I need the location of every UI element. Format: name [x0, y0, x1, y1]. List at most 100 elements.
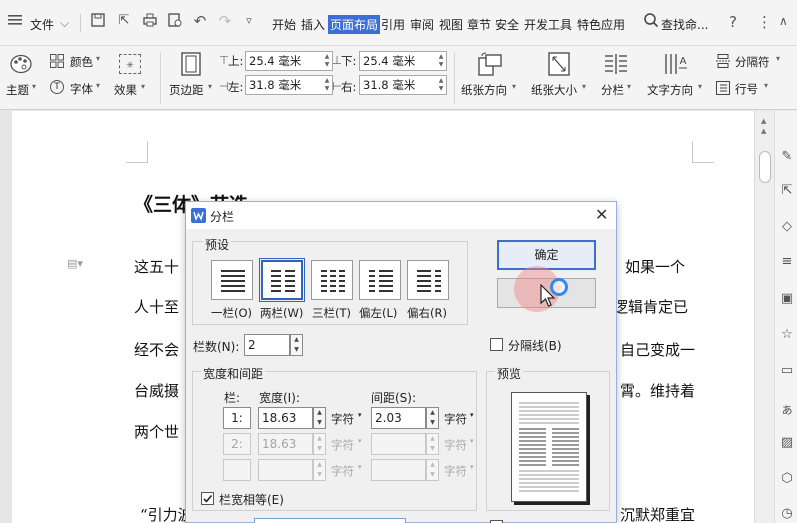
- tab-security[interactable]: 安全: [495, 16, 519, 33]
- width-unit-dropdown[interactable]: 字符: [331, 411, 354, 427]
- collapse-ribbon-icon[interactable]: ∧: [779, 14, 788, 28]
- undo-icon[interactable]: ↶: [191, 12, 209, 30]
- preset-two-columns[interactable]: [259, 258, 305, 302]
- spacing-unit-dropdown[interactable]: 字符: [444, 411, 467, 427]
- column-spacing-input[interactable]: [371, 459, 426, 481]
- spinner[interactable]: ▲ ▼: [437, 53, 445, 69]
- preset-right[interactable]: [407, 260, 449, 300]
- column-header: 栏:: [224, 391, 241, 405]
- paper-size-button[interactable]: 纸张大小: [531, 82, 577, 98]
- color-button[interactable]: 颜色: [70, 54, 93, 70]
- tab-view[interactable]: 视图: [439, 16, 463, 33]
- search-icon[interactable]: [642, 12, 660, 30]
- column-count-spinner[interactable]: ▲ ▼: [290, 334, 303, 356]
- column-spacing-spinner[interactable]: ▲ ▼: [426, 433, 439, 455]
- column-count-input[interactable]: 2: [244, 334, 290, 356]
- orientation-button[interactable]: 纸张方向: [461, 82, 507, 98]
- shield-icon[interactable]: ⬡: [779, 471, 795, 486]
- column-spacing-input[interactable]: 2.03: [371, 407, 426, 429]
- print-preview-icon[interactable]: [166, 12, 184, 30]
- column-width-input[interactable]: 18.63: [258, 407, 313, 429]
- clipboard-icon[interactable]: ▭: [779, 363, 795, 378]
- left-margin-input[interactable]: 31.8 毫米 ▲ ▼: [245, 75, 333, 95]
- orientation-icon[interactable]: [478, 52, 502, 76]
- spinner[interactable]: ▲ ▼: [437, 77, 445, 93]
- save-icon[interactable]: [89, 12, 107, 30]
- star-icon[interactable]: ☆: [779, 327, 795, 342]
- search-command[interactable]: 查找命...: [661, 16, 708, 33]
- text-direction-button[interactable]: 文字方向: [647, 82, 693, 98]
- spacing-unit-dropdown[interactable]: 字符: [444, 437, 467, 453]
- pen-icon[interactable]: ✎: [779, 149, 795, 164]
- line-number-button[interactable]: 行号: [735, 81, 758, 97]
- file-menu[interactable]: 文件: [30, 16, 54, 33]
- equal-width-checkbox[interactable]: [201, 492, 214, 505]
- close-icon[interactable]: ✕: [595, 205, 608, 224]
- hamburger-icon[interactable]: [8, 14, 22, 26]
- columns-icon[interactable]: [604, 54, 628, 74]
- tab-developer[interactable]: 开发工具: [524, 16, 572, 33]
- redo-icon[interactable]: ↷: [216, 12, 234, 30]
- chevron-down-icon: ▾: [96, 54, 101, 63]
- scroll-up-icon[interactable]: ▲: [761, 117, 766, 125]
- column-width-spinner[interactable]: ▲ ▼: [313, 459, 326, 481]
- tab-review[interactable]: 审阅: [410, 16, 434, 33]
- palette-icon[interactable]: [10, 54, 32, 74]
- adjust-icon[interactable]: ≡: [779, 254, 795, 269]
- theme-button[interactable]: 主题: [6, 82, 29, 98]
- width-unit-dropdown[interactable]: 字符: [331, 437, 354, 453]
- scrollbar-thumb[interactable]: [759, 151, 771, 183]
- image-icon[interactable]: ▨: [779, 435, 795, 450]
- column-width-spinner[interactable]: ▲ ▼: [313, 407, 326, 429]
- paper-size-icon[interactable]: [548, 52, 570, 76]
- column-width-input[interactable]: [258, 459, 313, 481]
- scroll-up-icon[interactable]: ▲: [761, 127, 766, 135]
- margins-button[interactable]: 页边距: [169, 82, 204, 98]
- text-direction-icon[interactable]: A: [664, 52, 688, 76]
- preset-left[interactable]: [359, 260, 401, 300]
- top-margin-input[interactable]: 25.4 毫米 ▲ ▼: [245, 51, 333, 71]
- tab-page-layout[interactable]: 页面布局: [328, 15, 381, 34]
- columns-button[interactable]: 分栏: [601, 82, 624, 98]
- tab-references[interactable]: 引用: [381, 16, 405, 33]
- vertical-scrollbar[interactable]: ▲ ▲: [754, 111, 774, 523]
- column-spacing-spinner[interactable]: ▲ ▼: [426, 407, 439, 429]
- spacing-unit-dropdown[interactable]: 字符: [444, 463, 467, 479]
- output-icon[interactable]: ⇱: [115, 12, 133, 30]
- column-spacing-input[interactable]: [371, 433, 426, 455]
- chevron-down-icon[interactable]: ⌵: [60, 16, 69, 31]
- tab-special-apps[interactable]: 特色应用: [577, 16, 625, 33]
- font-button[interactable]: 字体: [70, 81, 93, 97]
- spinner[interactable]: ▲ ▼: [323, 53, 331, 69]
- paragraph-marker-icon[interactable]: ▤▾: [67, 257, 83, 270]
- customize-icon[interactable]: ▿: [240, 12, 258, 30]
- picture-icon[interactable]: ▣: [779, 291, 795, 306]
- dialog-titlebar[interactable]: 分栏 ✕: [186, 202, 616, 229]
- tab-start[interactable]: 开始: [272, 16, 296, 33]
- width-unit-dropdown[interactable]: 字符: [331, 463, 354, 479]
- column-spacing-spinner[interactable]: ▲ ▼: [426, 459, 439, 481]
- apply-to-field[interactable]: [254, 518, 406, 523]
- shapes-icon[interactable]: ◇: [779, 219, 795, 234]
- right-margin-input[interactable]: 31.8 毫米 ▲ ▼: [359, 75, 447, 95]
- preset-one-column[interactable]: [211, 260, 253, 300]
- preset-three-columns[interactable]: [311, 260, 353, 300]
- help-icon[interactable]: ?: [729, 13, 737, 31]
- column-width-input[interactable]: 18.63: [258, 433, 313, 455]
- spinner[interactable]: ▲ ▼: [323, 77, 331, 93]
- effect-icon[interactable]: ✳: [119, 54, 141, 74]
- tab-chapter[interactable]: 章节: [467, 16, 491, 33]
- bottom-margin-input[interactable]: 25.4 毫米 ▲ ▼: [359, 51, 447, 71]
- more-icon[interactable]: ⋮: [757, 13, 772, 31]
- pointer-icon[interactable]: ⇱: [779, 183, 795, 198]
- effect-button[interactable]: 效果: [114, 82, 137, 98]
- translate-icon[interactable]: ぁ: [779, 399, 795, 418]
- history-icon[interactable]: ◷: [779, 506, 795, 521]
- separator-button[interactable]: 分隔符: [735, 54, 770, 70]
- separator-line-checkbox[interactable]: [490, 338, 503, 351]
- print-icon[interactable]: [141, 12, 159, 30]
- margins-icon[interactable]: [181, 52, 201, 76]
- column-width-spinner[interactable]: ▲ ▼: [313, 433, 326, 455]
- tab-insert[interactable]: 插入: [301, 16, 325, 33]
- ok-button[interactable]: 确定: [497, 240, 596, 270]
